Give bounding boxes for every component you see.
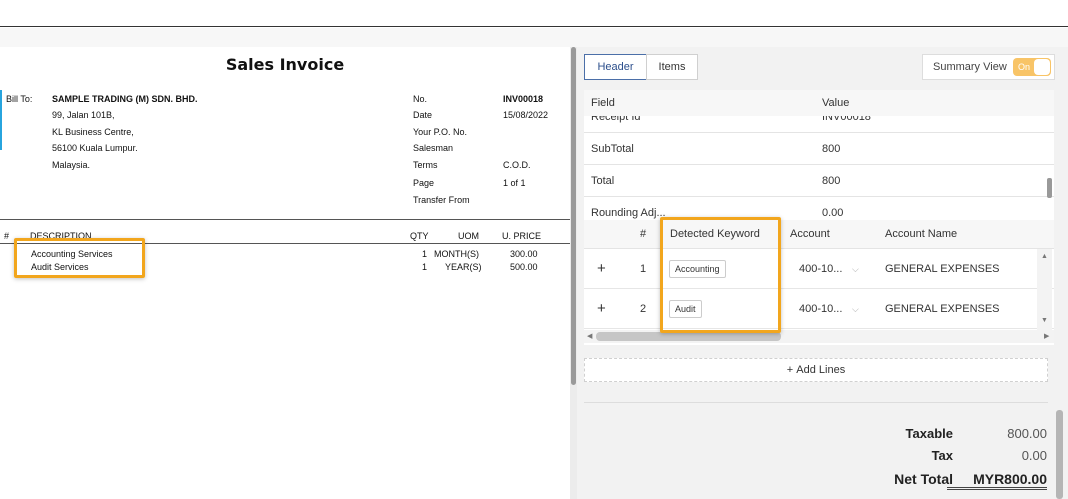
field-name: SubTotal [591,143,634,155]
meta-label: Page [413,178,435,188]
scroll-right-icon[interactable]: ▶ [1044,332,1049,340]
net-total-value: MYR800.00 [947,471,1047,490]
line-qty: 1 [422,249,428,259]
row-num: 2 [640,303,647,315]
col-qty: QTY [410,231,429,241]
accent-marker [0,90,2,150]
invoice-title: Sales Invoice [225,55,345,74]
summary-view-toggle[interactable]: On [1013,58,1051,76]
address-line: 56100 Kuala Lumpur. [52,143,138,153]
account-name: GENERAL EXPENSES [885,303,1000,315]
table-row[interactable]: + 2 Audit 400-10... ⌵ GENERAL EXPENSES [584,289,1054,329]
divider [584,402,1048,403]
top-bar [0,0,1068,27]
toggle-label: On [1018,62,1031,72]
line-uom: YEAR(S) [445,262,482,272]
field-name: Total [591,175,615,187]
chevron-down-icon[interactable]: ⌵ [852,289,859,329]
meta-label: No. [413,94,428,104]
meta-label: Transfer From [413,195,470,205]
col-account: Account [790,228,830,240]
summary-view-control: Summary View On [922,54,1055,80]
invoice-terms: C.O.D. [503,160,531,170]
table-row[interactable]: SubTotal 800 [584,133,1054,165]
account-select[interactable]: 400-10... [799,249,842,289]
scroll-up-icon[interactable]: ▲ [1041,253,1048,260]
account-name: GENERAL EXPENSES [885,263,1000,275]
items-vertical-scrollbar[interactable]: ▲ ▼ [1037,249,1052,330]
keyword-highlight [660,217,781,333]
meta-label: Salesman [413,143,454,153]
tab-items[interactable]: Items [646,54,698,80]
table-header: # Detected Keyword Account Account Name [584,220,1054,249]
plus-icon: + [786,364,797,376]
invoice-page: 1 of 1 [503,178,526,188]
row-num: 1 [640,263,647,275]
toolbar-band [0,28,1068,47]
address-line: Malaysia. [52,160,91,170]
horizontal-scrollbar-thumb[interactable] [596,332,781,341]
toggle-knob [1034,59,1050,75]
meta-label: Your P.O. No. [413,127,468,137]
expand-row-icon[interactable]: + [597,249,606,289]
tab-header[interactable]: Header [584,54,647,80]
invoice-preview: Sales Invoice Bill To: SAMPLE TRADING (M… [0,47,570,499]
extraction-panel: Header Items Summary View On Receipt Id … [577,47,1068,499]
account-select[interactable]: 400-10... [799,289,842,329]
field-table-scrollbar[interactable] [1047,178,1052,198]
taxable-value: 800.00 [1007,426,1047,441]
divider [0,219,570,220]
net-total-label: Net Total [894,471,953,487]
address-line: KL Business Centre, [52,127,134,137]
table-header: Field Value [584,90,1054,116]
items-table: # Detected Keyword Account Account Name … [584,220,1054,345]
invoice-date: 15/08/2022 [503,110,549,120]
items-horizontal-scrollbar[interactable]: ◀ ▶ [584,330,1054,343]
col-hash: # [4,231,10,241]
field-value: 800 [822,175,841,187]
line-price: 500.00 [510,262,538,272]
meta-label: Date [413,110,433,120]
customer-name: SAMPLE TRADING (M) SDN. BHD. [52,94,198,104]
line-qty: 1 [422,262,428,272]
add-lines-label: Add Lines [796,364,846,376]
expand-row-icon[interactable]: + [597,289,606,329]
col-account-name: Account Name [885,228,958,240]
col-field: Field [591,97,615,109]
col-price: U. PRICE [502,231,542,241]
tax-value: 0.00 [1021,448,1047,463]
col-value: Value [822,97,850,109]
table-row[interactable]: + 1 Accounting 400-10... ⌵ GENERAL EXPEN… [584,249,1054,289]
line-price: 300.00 [510,249,538,259]
bill-to-label: Bill To: [6,94,33,104]
col-num: # [640,228,647,240]
invoice-number: INV00018 [503,94,544,104]
add-lines-button[interactable]: + Add Lines [584,358,1048,382]
line-uom: MONTH(S) [434,249,479,259]
col-uom: UOM [458,231,479,241]
meta-label: Terms [413,160,438,170]
chevron-down-icon[interactable]: ⌵ [852,249,859,289]
panel-scrollbar[interactable] [1056,410,1063,499]
scroll-left-icon[interactable]: ◀ [587,332,592,340]
preview-scrollbar-thumb[interactable] [571,47,576,385]
field-value: 800 [822,143,841,155]
scroll-down-icon[interactable]: ▼ [1041,317,1048,324]
taxable-label: Taxable [905,426,953,441]
tax-label: Tax [931,448,953,463]
description-highlight [14,238,145,278]
summary-view-label: Summary View [933,61,1007,73]
address-line: 99, Jalan 101B, [52,110,115,120]
table-row[interactable]: Total 800 [584,165,1054,197]
